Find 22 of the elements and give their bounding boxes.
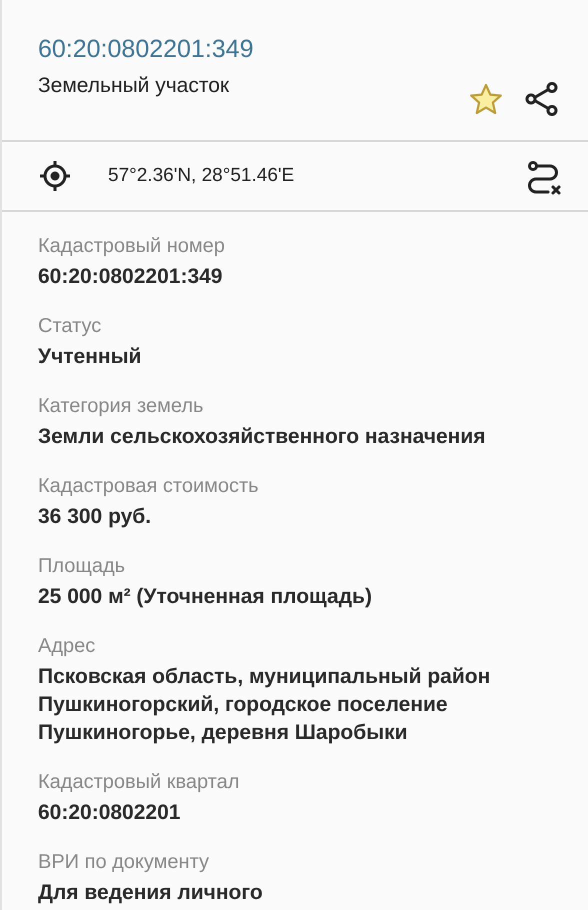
coordinates-text: 57°2.36'N, 28°51.46'E bbox=[108, 165, 296, 187]
field-label: Адрес bbox=[38, 634, 96, 659]
field-value: Для ведения личного bbox=[38, 880, 264, 906]
field-value: 36 300 руб. bbox=[38, 504, 152, 530]
field-value: 25 000 м² (Уточненная площадь) bbox=[38, 584, 373, 610]
parcel-type: Земельный участок bbox=[38, 73, 230, 99]
share-icon[interactable] bbox=[524, 81, 560, 117]
field-label: Кадастровая стоимость bbox=[38, 474, 260, 499]
parcel-number-title: 60:20:0802201:349 bbox=[38, 34, 254, 64]
field-value: Учтенный bbox=[38, 344, 142, 370]
field-value: Псковская область, муниципальный район Пушкиногорский, городское поселение Пушкиногорье, деревня Шаробыки bbox=[38, 664, 492, 746]
field-label: ВРИ по документу bbox=[38, 850, 210, 875]
field-value: Земли сельскохозяйственного назначения bbox=[38, 424, 487, 450]
field-label: Кадастровый квартал bbox=[38, 770, 240, 795]
field-value: 60:20:0802201:349 bbox=[38, 264, 224, 290]
field-label: Площадь bbox=[38, 554, 126, 579]
field-value: 60:20:0802201 bbox=[38, 800, 182, 826]
route-icon[interactable] bbox=[526, 161, 562, 197]
location-target-icon[interactable] bbox=[38, 159, 72, 193]
field-label: Категория земель bbox=[38, 394, 204, 419]
field-label: Кадастровый номер bbox=[38, 234, 226, 259]
field-label: Статус bbox=[38, 314, 102, 339]
